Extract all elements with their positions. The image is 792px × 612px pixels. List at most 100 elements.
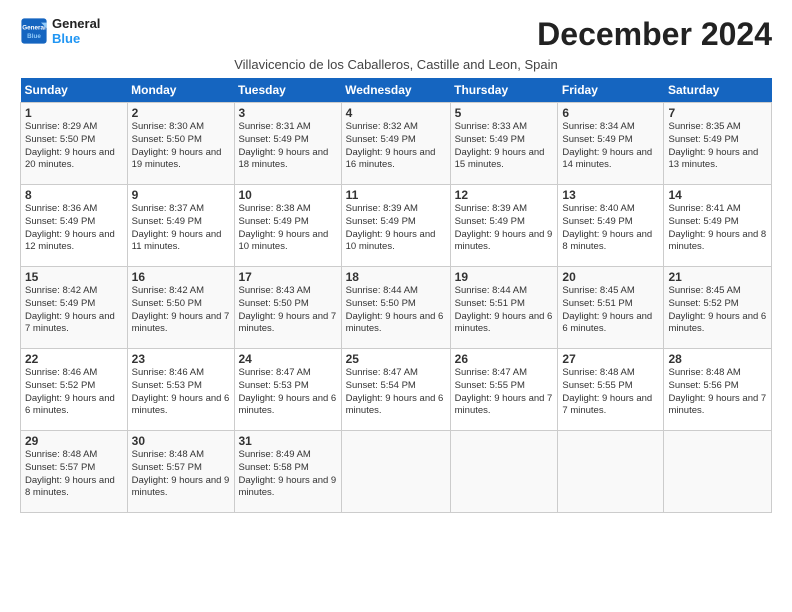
calendar-day-cell: 23Sunrise: 8:46 AM Sunset: 5:53 PM Dayli… [127, 349, 234, 431]
day-number: 22 [25, 352, 123, 366]
day-info: Sunrise: 8:32 AM Sunset: 5:49 PM Dayligh… [346, 121, 446, 172]
calendar-week-row: 15Sunrise: 8:42 AM Sunset: 5:49 PM Dayli… [21, 267, 772, 349]
day-number: 11 [346, 188, 446, 202]
day-number: 9 [132, 188, 230, 202]
day-info: Sunrise: 8:48 AM Sunset: 5:57 PM Dayligh… [25, 449, 123, 500]
day-number: 15 [25, 270, 123, 284]
day-info: Sunrise: 8:39 AM Sunset: 5:49 PM Dayligh… [455, 203, 554, 254]
calendar-day-cell: 12Sunrise: 8:39 AM Sunset: 5:49 PM Dayli… [450, 185, 558, 267]
day-info: Sunrise: 8:48 AM Sunset: 5:56 PM Dayligh… [668, 367, 767, 418]
calendar-day-header: Thursday [450, 78, 558, 103]
day-number: 16 [132, 270, 230, 284]
day-number: 5 [455, 106, 554, 120]
calendar-day-cell: 11Sunrise: 8:39 AM Sunset: 5:49 PM Dayli… [341, 185, 450, 267]
svg-text:Blue: Blue [27, 33, 41, 40]
calendar-day-cell: 15Sunrise: 8:42 AM Sunset: 5:49 PM Dayli… [21, 267, 128, 349]
day-info: Sunrise: 8:48 AM Sunset: 5:55 PM Dayligh… [562, 367, 659, 418]
calendar-day-cell: 10Sunrise: 8:38 AM Sunset: 5:49 PM Dayli… [234, 185, 341, 267]
logo-text-general: General [52, 16, 100, 31]
day-info: Sunrise: 8:45 AM Sunset: 5:52 PM Dayligh… [668, 285, 767, 336]
day-info: Sunrise: 8:44 AM Sunset: 5:51 PM Dayligh… [455, 285, 554, 336]
day-info: Sunrise: 8:42 AM Sunset: 5:50 PM Dayligh… [132, 285, 230, 336]
day-info: Sunrise: 8:45 AM Sunset: 5:51 PM Dayligh… [562, 285, 659, 336]
day-info: Sunrise: 8:36 AM Sunset: 5:49 PM Dayligh… [25, 203, 123, 254]
day-number: 4 [346, 106, 446, 120]
day-number: 14 [668, 188, 767, 202]
calendar-day-cell: 29Sunrise: 8:48 AM Sunset: 5:57 PM Dayli… [21, 431, 128, 513]
svg-text:General: General [22, 25, 46, 32]
day-info: Sunrise: 8:43 AM Sunset: 5:50 PM Dayligh… [239, 285, 337, 336]
calendar-day-cell: 1Sunrise: 8:29 AM Sunset: 5:50 PM Daylig… [21, 103, 128, 185]
calendar-day-cell [450, 431, 558, 513]
day-number: 13 [562, 188, 659, 202]
day-number: 17 [239, 270, 337, 284]
day-info: Sunrise: 8:29 AM Sunset: 5:50 PM Dayligh… [25, 121, 123, 172]
day-info: Sunrise: 8:33 AM Sunset: 5:49 PM Dayligh… [455, 121, 554, 172]
day-number: 3 [239, 106, 337, 120]
day-info: Sunrise: 8:46 AM Sunset: 5:53 PM Dayligh… [132, 367, 230, 418]
header: General Blue General Blue December 2024 [20, 16, 772, 53]
day-number: 7 [668, 106, 767, 120]
calendar-day-cell: 3Sunrise: 8:31 AM Sunset: 5:49 PM Daylig… [234, 103, 341, 185]
day-number: 18 [346, 270, 446, 284]
day-info: Sunrise: 8:47 AM Sunset: 5:53 PM Dayligh… [239, 367, 337, 418]
day-info: Sunrise: 8:31 AM Sunset: 5:49 PM Dayligh… [239, 121, 337, 172]
day-number: 1 [25, 106, 123, 120]
page-container: General Blue General Blue December 2024 … [0, 0, 792, 523]
calendar-week-row: 1Sunrise: 8:29 AM Sunset: 5:50 PM Daylig… [21, 103, 772, 185]
day-info: Sunrise: 8:38 AM Sunset: 5:49 PM Dayligh… [239, 203, 337, 254]
logo: General Blue General Blue [20, 16, 100, 46]
calendar-day-cell: 31Sunrise: 8:49 AM Sunset: 5:58 PM Dayli… [234, 431, 341, 513]
day-info: Sunrise: 8:39 AM Sunset: 5:49 PM Dayligh… [346, 203, 446, 254]
day-info: Sunrise: 8:34 AM Sunset: 5:49 PM Dayligh… [562, 121, 659, 172]
day-number: 29 [25, 434, 123, 448]
calendar-day-cell: 14Sunrise: 8:41 AM Sunset: 5:49 PM Dayli… [664, 185, 772, 267]
day-number: 2 [132, 106, 230, 120]
day-number: 25 [346, 352, 446, 366]
calendar-day-cell: 13Sunrise: 8:40 AM Sunset: 5:49 PM Dayli… [558, 185, 664, 267]
calendar-day-cell [341, 431, 450, 513]
day-info: Sunrise: 8:40 AM Sunset: 5:49 PM Dayligh… [562, 203, 659, 254]
calendar-day-cell: 7Sunrise: 8:35 AM Sunset: 5:49 PM Daylig… [664, 103, 772, 185]
calendar-table: SundayMondayTuesdayWednesdayThursdayFrid… [20, 78, 772, 513]
day-info: Sunrise: 8:44 AM Sunset: 5:50 PM Dayligh… [346, 285, 446, 336]
day-number: 19 [455, 270, 554, 284]
calendar-day-cell: 16Sunrise: 8:42 AM Sunset: 5:50 PM Dayli… [127, 267, 234, 349]
month-title: December 2024 [537, 16, 772, 53]
calendar-header-row: SundayMondayTuesdayWednesdayThursdayFrid… [21, 78, 772, 103]
calendar-day-cell: 21Sunrise: 8:45 AM Sunset: 5:52 PM Dayli… [664, 267, 772, 349]
day-info: Sunrise: 8:46 AM Sunset: 5:52 PM Dayligh… [25, 367, 123, 418]
day-info: Sunrise: 8:48 AM Sunset: 5:57 PM Dayligh… [132, 449, 230, 500]
day-number: 20 [562, 270, 659, 284]
calendar-day-cell: 4Sunrise: 8:32 AM Sunset: 5:49 PM Daylig… [341, 103, 450, 185]
day-info: Sunrise: 8:37 AM Sunset: 5:49 PM Dayligh… [132, 203, 230, 254]
calendar-day-header: Tuesday [234, 78, 341, 103]
calendar-day-cell: 26Sunrise: 8:47 AM Sunset: 5:55 PM Dayli… [450, 349, 558, 431]
calendar-day-cell: 19Sunrise: 8:44 AM Sunset: 5:51 PM Dayli… [450, 267, 558, 349]
calendar-week-row: 22Sunrise: 8:46 AM Sunset: 5:52 PM Dayli… [21, 349, 772, 431]
calendar-day-cell: 17Sunrise: 8:43 AM Sunset: 5:50 PM Dayli… [234, 267, 341, 349]
calendar-day-cell: 18Sunrise: 8:44 AM Sunset: 5:50 PM Dayli… [341, 267, 450, 349]
day-number: 31 [239, 434, 337, 448]
day-info: Sunrise: 8:47 AM Sunset: 5:54 PM Dayligh… [346, 367, 446, 418]
day-info: Sunrise: 8:47 AM Sunset: 5:55 PM Dayligh… [455, 367, 554, 418]
logo-icon: General Blue [20, 17, 48, 45]
calendar-day-cell [558, 431, 664, 513]
calendar-day-cell: 6Sunrise: 8:34 AM Sunset: 5:49 PM Daylig… [558, 103, 664, 185]
calendar-day-cell: 22Sunrise: 8:46 AM Sunset: 5:52 PM Dayli… [21, 349, 128, 431]
day-number: 21 [668, 270, 767, 284]
day-number: 24 [239, 352, 337, 366]
day-number: 27 [562, 352, 659, 366]
calendar-day-cell: 5Sunrise: 8:33 AM Sunset: 5:49 PM Daylig… [450, 103, 558, 185]
calendar-day-cell: 20Sunrise: 8:45 AM Sunset: 5:51 PM Dayli… [558, 267, 664, 349]
calendar-day-header: Friday [558, 78, 664, 103]
calendar-day-cell: 9Sunrise: 8:37 AM Sunset: 5:49 PM Daylig… [127, 185, 234, 267]
calendar-day-cell: 8Sunrise: 8:36 AM Sunset: 5:49 PM Daylig… [21, 185, 128, 267]
calendar-body: 1Sunrise: 8:29 AM Sunset: 5:50 PM Daylig… [21, 103, 772, 513]
day-number: 23 [132, 352, 230, 366]
day-number: 8 [25, 188, 123, 202]
calendar-day-header: Monday [127, 78, 234, 103]
calendar-day-cell: 2Sunrise: 8:30 AM Sunset: 5:50 PM Daylig… [127, 103, 234, 185]
calendar-day-header: Wednesday [341, 78, 450, 103]
calendar-day-cell: 24Sunrise: 8:47 AM Sunset: 5:53 PM Dayli… [234, 349, 341, 431]
